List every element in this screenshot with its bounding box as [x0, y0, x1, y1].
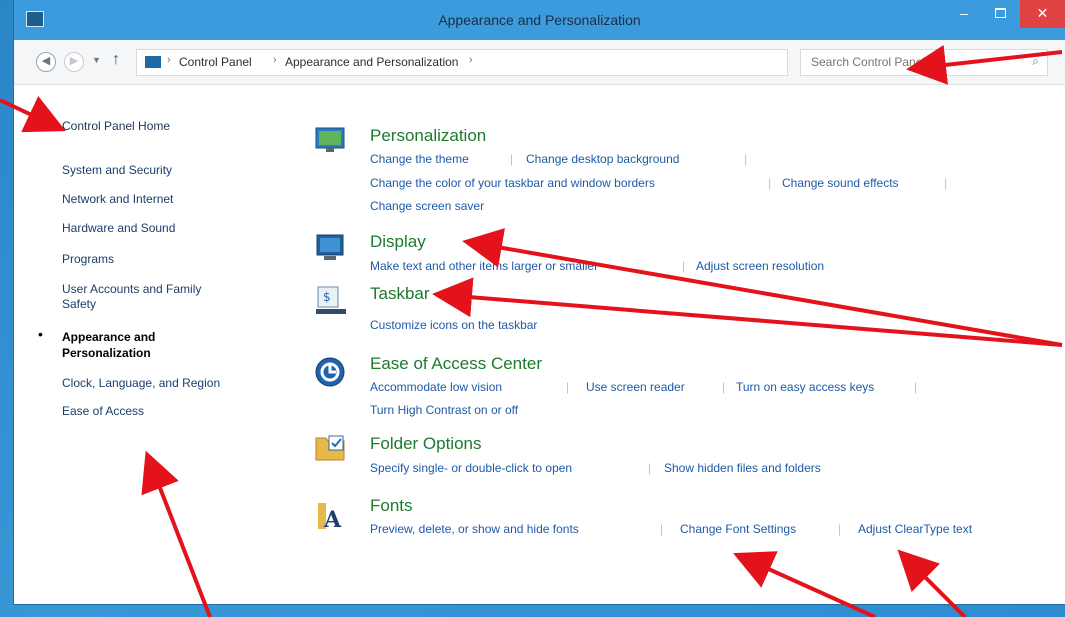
sidebar-item-network[interactable]: Network and Internet	[62, 192, 173, 206]
sidebar-item-hardware[interactable]: Hardware and Sound	[62, 221, 175, 235]
link-separator: |	[660, 522, 664, 536]
up-arrow-icon: ↑	[112, 51, 120, 68]
breadcrumb-separator[interactable]: ›	[469, 54, 473, 66]
control-panel-location-icon	[145, 56, 161, 68]
sidebar: Control Panel Home System and Security N…	[14, 84, 274, 604]
breadcrumb-appearance[interactable]: Appearance and Personalization	[285, 55, 458, 69]
title-bar[interactable]: Appearance and Personalization – ✕	[14, 0, 1065, 40]
main-content: Personalization Change the theme | Chang…	[304, 84, 1044, 604]
link-change-taskbar-color[interactable]: Change the color of your taskbar and win…	[370, 176, 655, 190]
breadcrumb-separator[interactable]: ›	[167, 54, 171, 66]
sidebar-item-ease-of-access[interactable]: Ease of Access	[62, 404, 144, 418]
category-title-personalization[interactable]: Personalization	[370, 126, 486, 146]
minimize-button[interactable]: –	[946, 0, 982, 28]
breadcrumb-control-panel[interactable]: Control Panel	[179, 55, 252, 69]
link-accommodate-low-vision[interactable]: Accommodate low vision	[370, 380, 502, 394]
ease-of-access-icon	[315, 357, 345, 387]
svg-text:A: A	[323, 507, 342, 531]
search-box[interactable]: ⌕	[800, 49, 1048, 76]
sidebar-home-link[interactable]: Control Panel Home	[62, 119, 170, 133]
back-button[interactable]: ◀	[36, 52, 56, 72]
link-make-text-larger[interactable]: Make text and other items larger or smal…	[370, 259, 598, 273]
sidebar-item-programs[interactable]: Programs	[62, 252, 114, 266]
sidebar-current-appearance: Appearance and	[62, 330, 156, 344]
link-adjust-screen-resolution[interactable]: Adjust screen resolution	[696, 259, 824, 273]
forward-button[interactable]: ▶	[64, 52, 84, 72]
link-separator: |	[648, 461, 652, 475]
link-separator: |	[566, 380, 570, 394]
sidebar-item-clock-region[interactable]: Clock, Language, and Region	[62, 376, 220, 390]
forward-arrow-icon: ▶	[69, 55, 79, 67]
link-show-hidden-files[interactable]: Show hidden files and folders	[664, 461, 821, 475]
link-change-theme[interactable]: Change the theme	[370, 152, 469, 166]
link-change-sound-effects[interactable]: Change sound effects	[782, 176, 899, 190]
back-arrow-icon: ◀	[41, 55, 51, 67]
link-change-screen-saver[interactable]: Change screen saver	[370, 199, 484, 213]
address-bar: ◀ ▶ ▼ ↑ › Control Panel › Appearance and…	[14, 40, 1065, 85]
recent-locations-button[interactable]: ▼	[92, 55, 101, 65]
window-title: Appearance and Personalization	[438, 12, 641, 28]
link-separator: |	[722, 380, 726, 394]
breadcrumb-separator[interactable]: ›	[273, 54, 277, 66]
link-change-desktop-background[interactable]: Change desktop background	[526, 152, 679, 166]
link-separator: |	[914, 380, 918, 394]
category-title-ease-of-access[interactable]: Ease of Access Center	[370, 354, 542, 374]
link-customize-taskbar-icons[interactable]: Customize icons on the taskbar	[370, 318, 537, 332]
link-single-double-click[interactable]: Specify single- or double-click to open	[370, 461, 572, 475]
display-icon	[316, 234, 344, 260]
link-adjust-cleartype[interactable]: Adjust ClearType text	[858, 522, 972, 536]
address-field[interactable]: › Control Panel › Appearance and Persona…	[136, 49, 846, 77]
up-button[interactable]: ↑	[112, 51, 120, 69]
fonts-icon: A	[318, 503, 342, 531]
link-turn-on-easy-access-keys[interactable]: Turn on easy access keys	[736, 380, 874, 394]
sidebar-current-appearance-line2: Personalization	[62, 346, 151, 360]
maximize-button[interactable]	[982, 0, 1018, 28]
search-icon[interactable]: ⌕	[1032, 54, 1039, 69]
link-separator: |	[768, 176, 772, 190]
link-turn-high-contrast[interactable]: Turn High Contrast on or off	[370, 403, 518, 417]
control-panel-window: Appearance and Personalization – ✕ ◀ ▶ ▼…	[14, 0, 1065, 604]
link-separator: |	[838, 522, 842, 536]
link-separator: |	[744, 152, 748, 166]
category-title-display[interactable]: Display	[370, 232, 426, 252]
svg-text:$: $	[323, 290, 331, 304]
link-separator: |	[510, 152, 514, 166]
taskbar-icon: $	[316, 286, 346, 314]
link-change-font-settings[interactable]: Change Font Settings	[680, 522, 796, 536]
close-button[interactable]: ✕	[1020, 0, 1065, 28]
link-preview-delete-fonts[interactable]: Preview, delete, or show and hide fonts	[370, 522, 579, 536]
chevron-down-icon: ▼	[92, 55, 101, 65]
folder-options-icon	[315, 435, 345, 461]
current-item-bullet: •	[38, 326, 43, 342]
category-title-fonts[interactable]: Fonts	[370, 496, 413, 516]
link-separator: |	[944, 176, 948, 190]
category-title-taskbar[interactable]: Taskbar	[370, 284, 430, 304]
category-title-folder-options[interactable]: Folder Options	[370, 434, 482, 454]
maximize-icon	[994, 8, 1006, 18]
personalization-icon	[315, 127, 345, 152]
link-use-screen-reader[interactable]: Use screen reader	[586, 380, 685, 394]
sidebar-item-user-accounts[interactable]: User Accounts and Family	[62, 282, 201, 296]
sidebar-item-user-accounts-line2[interactable]: Safety	[62, 297, 96, 311]
link-separator: |	[682, 259, 686, 273]
search-input[interactable]	[809, 54, 1013, 70]
sidebar-item-system-security[interactable]: System and Security	[62, 163, 172, 177]
